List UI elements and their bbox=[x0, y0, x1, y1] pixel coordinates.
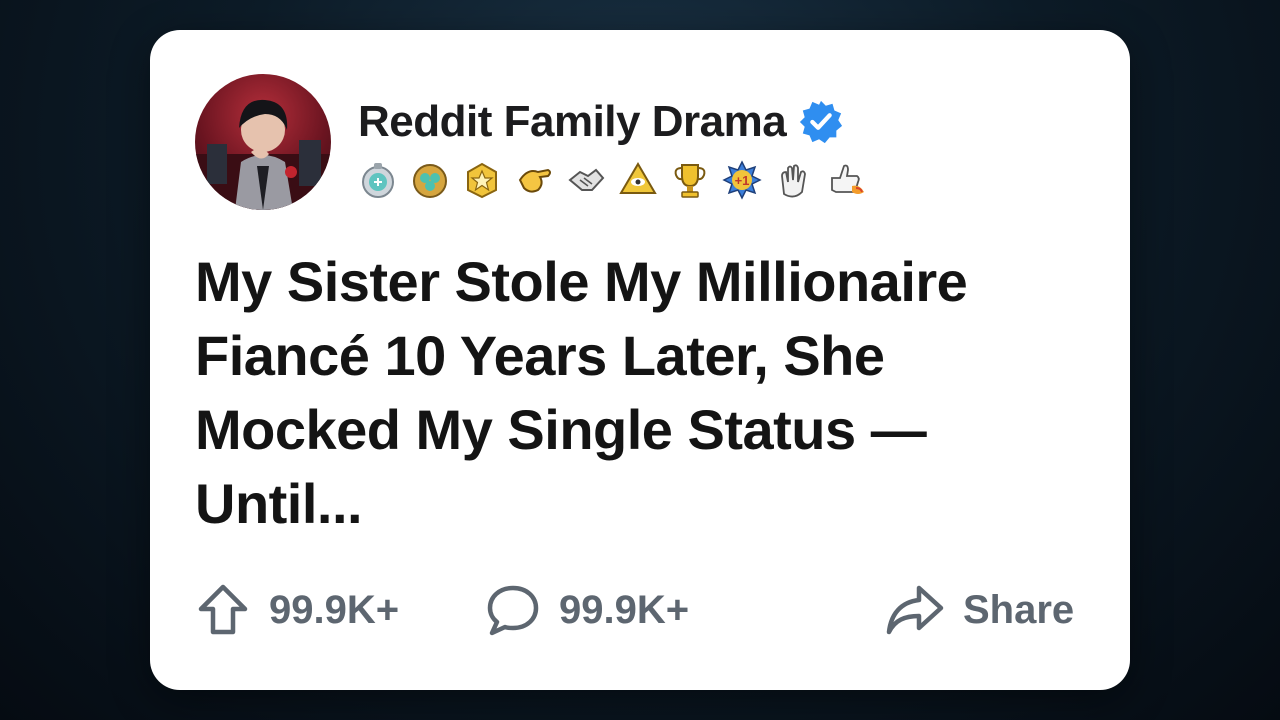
clapping-hands-icon bbox=[781, 164, 806, 198]
rocket-thumbs-up-icon bbox=[831, 164, 864, 194]
post-actions-bar: 99.9K+ 99.9K+ Share bbox=[195, 580, 1085, 640]
channel-name-row: Reddit Family Drama bbox=[358, 94, 844, 150]
avatar[interactable] bbox=[195, 74, 331, 210]
upvote-button[interactable]: 99.9K+ bbox=[195, 580, 399, 640]
post-card: Reddit Family Drama +1 My Sister Stole M… bbox=[150, 30, 1130, 690]
post-title[interactable]: My Sister Stole My Millionaire Fiancé 10… bbox=[195, 245, 1095, 541]
post-title-line: Fiancé 10 Years Later, She bbox=[195, 324, 885, 387]
post-title-line: Until... bbox=[195, 472, 363, 535]
comment-bubble-icon bbox=[487, 585, 539, 636]
gold-star-medal-icon bbox=[467, 162, 497, 199]
award-badges: +1 bbox=[358, 160, 866, 200]
handshake-icon bbox=[568, 168, 605, 191]
avatar-illustration bbox=[195, 99, 331, 210]
upvote-count: 99.9K+ bbox=[269, 587, 400, 632]
post-title-line: My Sister Stole My Millionaire bbox=[195, 250, 968, 313]
verified-check-icon bbox=[800, 100, 843, 144]
silver-medal-icon bbox=[362, 163, 394, 198]
post-title-line: Mocked My Single Status — bbox=[195, 398, 927, 461]
svg-text:+1: +1 bbox=[735, 173, 750, 188]
plus-one-icon: +1 bbox=[722, 160, 762, 200]
pyramid-eye-icon bbox=[619, 162, 657, 194]
share-arrow-icon bbox=[886, 585, 944, 635]
upvote-arrow-icon bbox=[198, 584, 248, 635]
trophy-icon bbox=[674, 164, 706, 198]
comment-count: 99.9K+ bbox=[559, 587, 690, 632]
share-button[interactable]: Share bbox=[885, 580, 1074, 640]
share-label: Share bbox=[963, 587, 1075, 632]
pointing-hand-icon bbox=[518, 168, 551, 193]
comments-button[interactable]: 99.9K+ bbox=[485, 580, 689, 640]
clover-medal-icon bbox=[413, 164, 447, 198]
channel-name[interactable]: Reddit Family Drama bbox=[358, 97, 787, 147]
